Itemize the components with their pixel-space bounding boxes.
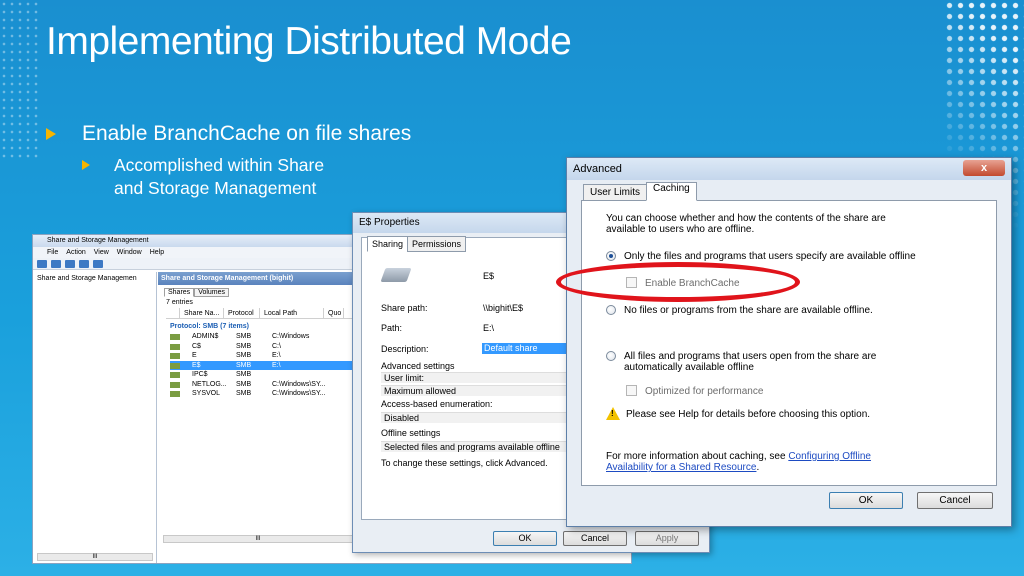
advanced-dialog: Advanced x You can choose whether and ho… bbox=[566, 157, 1012, 527]
tree-horizontal-scrollbar[interactable]: III bbox=[37, 553, 153, 561]
back-icon[interactable] bbox=[37, 259, 47, 268]
column-share-name[interactable]: Share Na... bbox=[180, 308, 224, 318]
tab-permissions[interactable]: Permissions bbox=[407, 236, 467, 252]
share-icon bbox=[170, 372, 180, 378]
tree-item-ssm[interactable]: Share and Storage Managemen bbox=[37, 275, 152, 282]
bullet-level-1: Enable BranchCache on file shares bbox=[46, 122, 411, 146]
help-icon[interactable] bbox=[79, 259, 89, 268]
advanced-title-bar[interactable]: Advanced bbox=[567, 158, 1011, 180]
bullet-1-text: Enable BranchCache on file shares bbox=[82, 122, 412, 145]
drive-icon bbox=[380, 268, 412, 282]
bullet-arrow-icon bbox=[46, 128, 56, 140]
configuring-offline-link[interactable]: Configuring Offline bbox=[788, 451, 871, 462]
radio-all-offline-label-1[interactable]: All files and programs that users open f… bbox=[624, 351, 876, 362]
menu-file[interactable]: File bbox=[47, 247, 58, 258]
share-icon bbox=[170, 381, 180, 388]
console-tree: Share and Storage Managemen bbox=[33, 272, 157, 563]
change-settings-note: To change these settings, click Advanced… bbox=[381, 458, 548, 468]
share-icon bbox=[170, 343, 180, 350]
share-icon bbox=[170, 391, 180, 397]
share-icon bbox=[170, 362, 180, 369]
share-icon bbox=[170, 334, 180, 340]
cancel-button[interactable]: Cancel bbox=[563, 531, 627, 546]
description-label: Description: bbox=[381, 344, 429, 354]
more-info-line-2: Availability for a Shared Resource. bbox=[606, 462, 760, 473]
ok-button[interactable]: OK bbox=[493, 531, 557, 546]
menu-action[interactable]: Action bbox=[66, 247, 85, 258]
properties-tabs: Sharing Permissions bbox=[367, 236, 467, 252]
caching-tab-pane: You can choose whether and how the conte… bbox=[581, 200, 997, 486]
highlight-ring bbox=[556, 262, 800, 302]
tab-shares[interactable]: Shares bbox=[164, 288, 195, 297]
cancel-button[interactable]: Cancel bbox=[917, 492, 993, 509]
tab-caching[interactable]: Caching bbox=[646, 182, 697, 201]
menu-window[interactable]: Window bbox=[117, 247, 142, 258]
close-button[interactable]: x bbox=[963, 160, 1005, 176]
intro-text-line-2: available to users who are offline. bbox=[606, 224, 755, 235]
tab-user-limits[interactable]: User Limits bbox=[583, 184, 648, 201]
column-protocol[interactable]: Protocol bbox=[224, 308, 260, 318]
radio-none-offline-label[interactable]: No files or programs from the share are … bbox=[624, 305, 873, 316]
slide-title: Implementing Distributed Mode bbox=[46, 20, 572, 63]
share-path-value: \\bighit\E$ bbox=[483, 303, 524, 313]
availability-link[interactable]: Availability for a Shared Resource bbox=[606, 462, 756, 473]
radio-user-specified-label[interactable]: Only the files and programs that users s… bbox=[624, 251, 916, 262]
share-name-value: E$ bbox=[483, 271, 495, 281]
advanced-tabs: User Limits Caching bbox=[583, 182, 697, 201]
path-label: Path: bbox=[381, 323, 403, 333]
column-local-path[interactable]: Local Path bbox=[260, 308, 324, 318]
offline-settings-label: Offline settings bbox=[381, 428, 441, 438]
bullet-level-2: Accomplished within Share and Storage Ma… bbox=[82, 154, 324, 200]
apply-button[interactable]: Apply bbox=[635, 531, 699, 546]
ok-button[interactable]: OK bbox=[829, 492, 903, 509]
abe-label: Access-based enumeration: bbox=[381, 399, 493, 409]
advanced-settings-label: Advanced settings bbox=[381, 361, 455, 371]
radio-none-offline[interactable] bbox=[606, 305, 616, 315]
warning-icon bbox=[606, 407, 620, 420]
bullet-2-line-1: Accomplished within Share bbox=[114, 155, 325, 175]
description-field[interactable]: Default share bbox=[482, 343, 572, 354]
user-limit-label: User limit: bbox=[381, 372, 571, 383]
optimized-performance-checkbox[interactable] bbox=[626, 385, 637, 396]
abe-value: Disabled bbox=[381, 412, 571, 423]
radio-all-offline-label-2[interactable]: automatically available offline bbox=[624, 362, 754, 373]
menu-view[interactable]: View bbox=[94, 247, 109, 258]
optimized-performance-label[interactable]: Optimized for performance bbox=[645, 386, 763, 397]
tab-sharing[interactable]: Sharing bbox=[367, 236, 409, 252]
menu-help[interactable]: Help bbox=[150, 247, 164, 258]
warning-text: Please see Help for details before choos… bbox=[626, 409, 871, 420]
offline-settings-value: Selected files and programs available of… bbox=[381, 441, 571, 452]
radio-user-specified[interactable] bbox=[606, 251, 616, 261]
forward-icon[interactable] bbox=[51, 259, 61, 268]
share-path-label: Share path: bbox=[381, 303, 428, 313]
bullet-arrow-icon bbox=[82, 160, 90, 170]
path-value: E:\ bbox=[483, 323, 495, 333]
properties-icon[interactable] bbox=[93, 259, 103, 268]
column-quota[interactable]: Quo bbox=[324, 308, 344, 318]
close-icon: x bbox=[980, 162, 988, 174]
share-icon bbox=[170, 353, 180, 359]
more-info-text: For more information about caching, see … bbox=[606, 451, 871, 462]
radio-all-offline[interactable] bbox=[606, 351, 616, 361]
decorative-dots-left bbox=[0, 0, 40, 160]
console-tree-icon[interactable] bbox=[65, 259, 75, 268]
intro-text-line-1: You can choose whether and how the conte… bbox=[606, 213, 886, 224]
bullet-2-line-2: and Storage Management bbox=[114, 178, 317, 198]
shares-horizontal-scrollbar[interactable]: III bbox=[163, 535, 353, 543]
user-limit-value: Maximum allowed bbox=[381, 385, 571, 396]
tab-volumes[interactable]: Volumes bbox=[194, 288, 230, 297]
